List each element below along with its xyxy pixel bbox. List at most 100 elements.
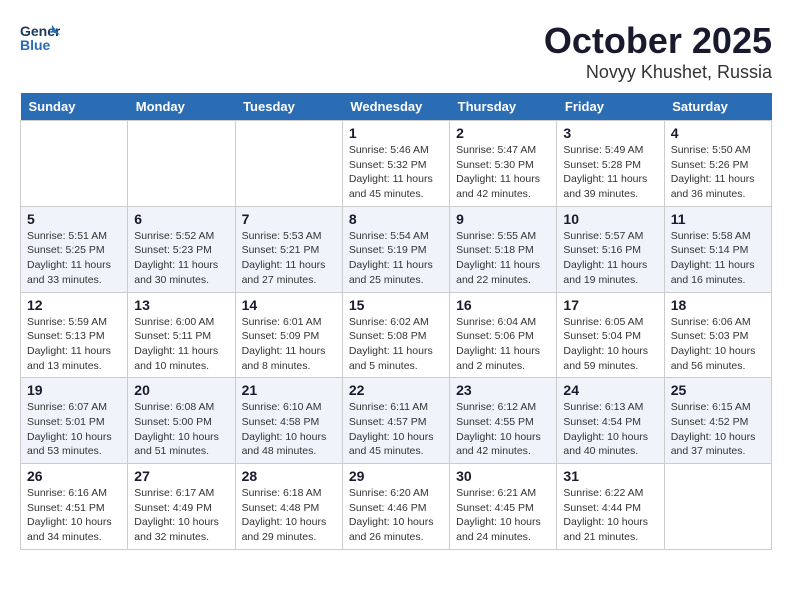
calendar-day-cell: 12 Sunrise: 5:59 AMSunset: 5:13 PMDayligh… [21,292,128,378]
calendar-day-cell: 25 Sunrise: 6:15 AMSunset: 4:52 PMDayligh… [664,378,771,464]
day-info: Sunrise: 6:04 AMSunset: 5:06 PMDaylight:… [456,315,550,374]
logo: General Blue [20,20,60,55]
calendar-day-cell: 6Sunrise: 5:52 AMSunset: 5:23 PMDaylight… [128,206,235,292]
calendar-day-cell: 4 Sunrise: 5:50 AMSunset: 5:26 PMDaylight… [664,121,771,207]
calendar-day-cell: 19 Sunrise: 6:07 AMSunset: 5:01 PMDayligh… [21,378,128,464]
day-number: 23 [456,382,550,398]
day-info: Sunrise: 5:47 AMSunset: 5:30 PMDaylight:… [456,143,550,202]
title-block: October 2025 Novyy Khushet, Russia [544,20,772,83]
calendar-week-row: 19 Sunrise: 6:07 AMSunset: 5:01 PMDayligh… [21,378,772,464]
day-info: Sunrise: 5:46 AMSunset: 5:32 PMDaylight:… [349,143,443,202]
calendar-day-cell [664,464,771,550]
day-number: 25 [671,382,765,398]
day-info: Sunrise: 5:50 AMSunset: 5:26 PMDaylight:… [671,143,765,202]
day-number: 29 [349,468,443,484]
calendar-day-cell [235,121,342,207]
calendar-day-cell: 31 Sunrise: 6:22 AMSunset: 4:44 PMDayligh… [557,464,664,550]
calendar-day-cell: 29 Sunrise: 6:20 AMSunset: 4:46 PMDayligh… [342,464,449,550]
day-info: Sunrise: 5:55 AMSunset: 5:18 PMDaylight:… [456,229,550,288]
day-number: 1 [349,125,443,141]
day-info: Sunrise: 5:58 AMSunset: 5:14 PMDaylight:… [671,229,765,288]
day-number: 5 [27,211,121,227]
calendar-header-row: SundayMondayTuesdayWednesdayThursdayFrid… [21,93,772,121]
calendar-table: SundayMondayTuesdayWednesdayThursdayFrid… [20,93,772,550]
calendar-day-cell: 9Sunrise: 5:55 AMSunset: 5:18 PMDaylight… [450,206,557,292]
calendar-day-cell: 27 Sunrise: 6:17 AMSunset: 4:49 PMDayligh… [128,464,235,550]
logo-icon: General Blue [20,20,60,55]
day-info: Sunrise: 6:02 AMSunset: 5:08 PMDaylight:… [349,315,443,374]
calendar-day-cell: 14 Sunrise: 6:01 AMSunset: 5:09 PMDayligh… [235,292,342,378]
day-info: Sunrise: 6:16 AMSunset: 4:51 PMDaylight:… [27,486,121,545]
calendar-day-cell: 2 Sunrise: 5:47 AMSunset: 5:30 PMDaylight… [450,121,557,207]
day-number: 20 [134,382,228,398]
day-number: 31 [563,468,657,484]
day-info: Sunrise: 6:21 AMSunset: 4:45 PMDaylight:… [456,486,550,545]
calendar-day-cell: 23 Sunrise: 6:12 AMSunset: 4:55 PMDayligh… [450,378,557,464]
day-number: 10 [563,211,657,227]
page-header: General Blue October 2025 Novyy Khushet,… [20,20,772,83]
day-of-week-header: Friday [557,93,664,121]
day-number: 11 [671,211,765,227]
day-number: 18 [671,297,765,313]
day-number: 2 [456,125,550,141]
day-of-week-header: Monday [128,93,235,121]
day-info: Sunrise: 6:08 AMSunset: 5:00 PMDaylight:… [134,400,228,459]
day-info: Sunrise: 6:01 AMSunset: 5:09 PMDaylight:… [242,315,336,374]
day-info: Sunrise: 5:59 AMSunset: 5:13 PMDaylight:… [27,315,121,374]
day-number: 30 [456,468,550,484]
day-info: Sunrise: 6:12 AMSunset: 4:55 PMDaylight:… [456,400,550,459]
calendar-week-row: 12 Sunrise: 5:59 AMSunset: 5:13 PMDayligh… [21,292,772,378]
day-number: 14 [242,297,336,313]
day-info: Sunrise: 6:18 AMSunset: 4:48 PMDaylight:… [242,486,336,545]
calendar-day-cell: 15 Sunrise: 6:02 AMSunset: 5:08 PMDayligh… [342,292,449,378]
day-info: Sunrise: 6:15 AMSunset: 4:52 PMDaylight:… [671,400,765,459]
calendar-day-cell: 10 Sunrise: 5:57 AMSunset: 5:16 PMDayligh… [557,206,664,292]
svg-text:Blue: Blue [20,37,51,53]
day-number: 12 [27,297,121,313]
day-number: 3 [563,125,657,141]
day-info: Sunrise: 6:20 AMSunset: 4:46 PMDaylight:… [349,486,443,545]
calendar-day-cell: 16Sunrise: 6:04 AMSunset: 5:06 PMDayligh… [450,292,557,378]
day-number: 27 [134,468,228,484]
calendar-day-cell: 30 Sunrise: 6:21 AMSunset: 4:45 PMDayligh… [450,464,557,550]
day-of-week-header: Saturday [664,93,771,121]
day-number: 21 [242,382,336,398]
calendar-day-cell: 22Sunrise: 6:11 AMSunset: 4:57 PMDayligh… [342,378,449,464]
day-info: Sunrise: 5:53 AMSunset: 5:21 PMDaylight:… [242,229,336,288]
day-number: 26 [27,468,121,484]
calendar-day-cell: 20 Sunrise: 6:08 AMSunset: 5:00 PMDayligh… [128,378,235,464]
day-number: 4 [671,125,765,141]
day-info: Sunrise: 5:51 AMSunset: 5:25 PMDaylight:… [27,229,121,288]
day-info: Sunrise: 5:57 AMSunset: 5:16 PMDaylight:… [563,229,657,288]
day-number: 28 [242,468,336,484]
calendar-day-cell [21,121,128,207]
location-title: Novyy Khushet, Russia [544,62,772,83]
day-number: 7 [242,211,336,227]
calendar-week-row: 26 Sunrise: 6:16 AMSunset: 4:51 PMDayligh… [21,464,772,550]
day-info: Sunrise: 6:07 AMSunset: 5:01 PMDaylight:… [27,400,121,459]
calendar-day-cell: 17 Sunrise: 6:05 AMSunset: 5:04 PMDayligh… [557,292,664,378]
calendar-day-cell: 21 Sunrise: 6:10 AMSunset: 4:58 PMDayligh… [235,378,342,464]
calendar-day-cell: 18Sunrise: 6:06 AMSunset: 5:03 PMDayligh… [664,292,771,378]
day-number: 13 [134,297,228,313]
day-number: 17 [563,297,657,313]
day-info: Sunrise: 6:22 AMSunset: 4:44 PMDaylight:… [563,486,657,545]
day-info: Sunrise: 5:54 AMSunset: 5:19 PMDaylight:… [349,229,443,288]
calendar-week-row: 1 Sunrise: 5:46 AMSunset: 5:32 PMDaylight… [21,121,772,207]
day-number: 19 [27,382,121,398]
month-title: October 2025 [544,20,772,62]
calendar-day-cell: 26 Sunrise: 6:16 AMSunset: 4:51 PMDayligh… [21,464,128,550]
day-number: 6 [134,211,228,227]
day-info: Sunrise: 5:49 AMSunset: 5:28 PMDaylight:… [563,143,657,202]
calendar-day-cell: 7 Sunrise: 5:53 AMSunset: 5:21 PMDaylight… [235,206,342,292]
day-info: Sunrise: 6:10 AMSunset: 4:58 PMDaylight:… [242,400,336,459]
day-number: 22 [349,382,443,398]
calendar-day-cell: 3 Sunrise: 5:49 AMSunset: 5:28 PMDaylight… [557,121,664,207]
calendar-day-cell [128,121,235,207]
calendar-day-cell: 24Sunrise: 6:13 AMSunset: 4:54 PMDayligh… [557,378,664,464]
calendar-day-cell: 13Sunrise: 6:00 AMSunset: 5:11 PMDayligh… [128,292,235,378]
day-info: Sunrise: 6:05 AMSunset: 5:04 PMDaylight:… [563,315,657,374]
day-of-week-header: Sunday [21,93,128,121]
day-info: Sunrise: 6:17 AMSunset: 4:49 PMDaylight:… [134,486,228,545]
day-number: 15 [349,297,443,313]
